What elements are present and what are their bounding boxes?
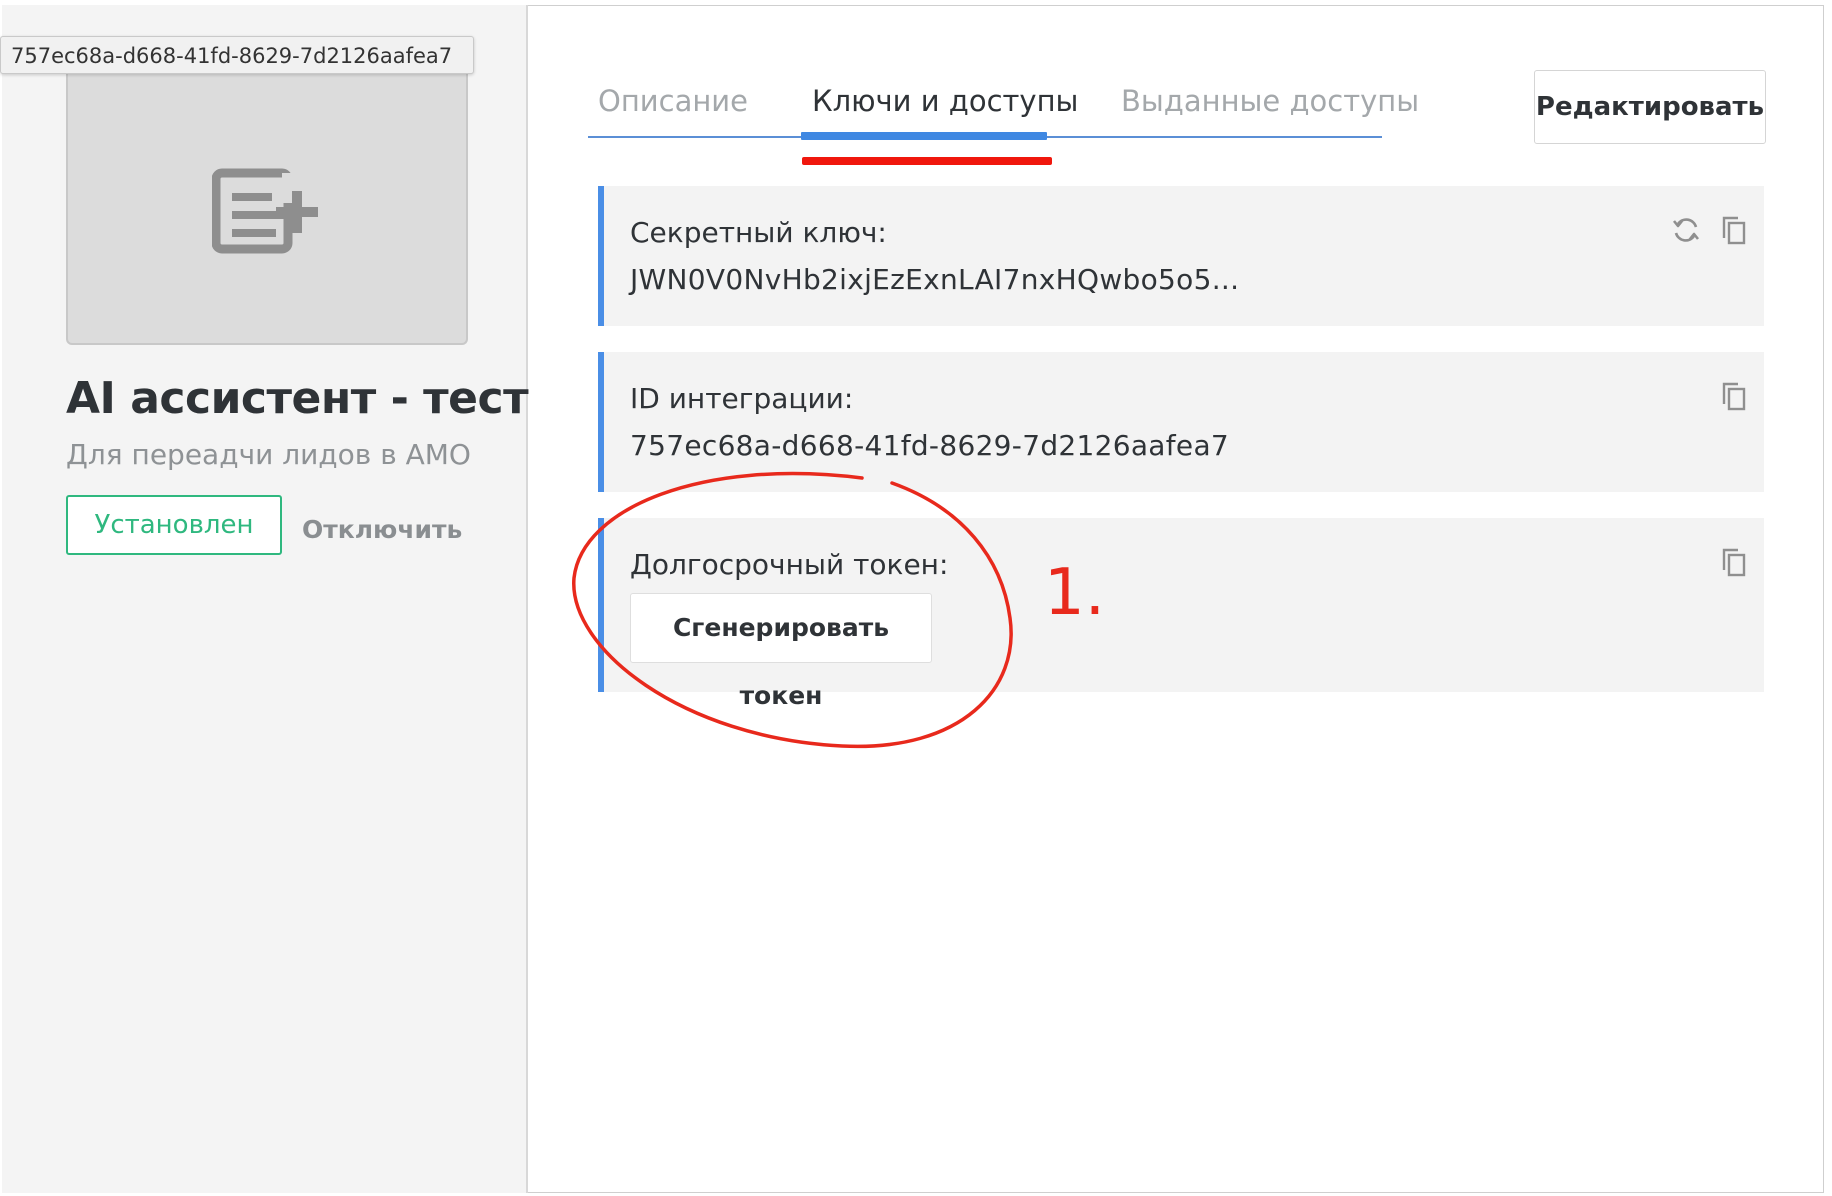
- tab-granted-access[interactable]: Выданные доступы: [1121, 84, 1419, 118]
- secret-key-card: Секретный ключ: JWN0V0NvHb2ixjEzExnLAI7n…: [598, 186, 1764, 326]
- tab-description[interactable]: Описание: [598, 84, 748, 118]
- id-tooltip: 757ec68a-d668-41fd-8629-7d2126aafea7: [0, 36, 474, 74]
- add-list-icon: [212, 168, 322, 254]
- refresh-icon[interactable]: [1670, 214, 1702, 246]
- integration-logo: [66, 67, 468, 345]
- long-term-token-card: Долгосрочный токен: Сгенерировать токен: [598, 518, 1764, 710]
- copy-icon[interactable]: [1718, 546, 1750, 578]
- disable-link[interactable]: Отключить: [302, 515, 462, 544]
- app-description: Для переадчи лидов в АМО: [66, 438, 471, 471]
- integration-id-card: ID интеграции: 757ec68a-d668-41fd-8629-7…: [598, 352, 1764, 492]
- tab-keys-access[interactable]: Ключи и доступы: [812, 84, 1078, 118]
- long-term-token-label: Долгосрочный токен:: [630, 548, 949, 581]
- annotation-underline: [802, 157, 1052, 165]
- edit-button[interactable]: Редактировать: [1534, 70, 1766, 144]
- secret-key-value: JWN0V0NvHb2ixjEzExnLAI7nxHQwbo5o5...: [630, 263, 1240, 296]
- copy-icon[interactable]: [1718, 214, 1750, 246]
- app-title: AI ассистент - тест: [66, 373, 529, 424]
- copy-icon[interactable]: [1718, 380, 1750, 412]
- integration-id-value: 757ec68a-d668-41fd-8629-7d2126aafea7: [630, 429, 1230, 462]
- integration-id-label: ID интеграции:: [630, 382, 854, 415]
- active-tab-indicator: [801, 132, 1047, 140]
- integration-sidebar: AI ассистент - тест Для переадчи лидов в…: [2, 5, 529, 1193]
- secret-key-label: Секретный ключ:: [630, 216, 887, 249]
- annotation-step-number: 1.: [1044, 556, 1106, 630]
- generate-token-button[interactable]: Сгенерировать токен: [630, 593, 932, 710]
- tab-bar: Описание Ключи и доступы Выданные доступ…: [588, 70, 1419, 140]
- installed-status-button[interactable]: Установлен: [66, 495, 282, 555]
